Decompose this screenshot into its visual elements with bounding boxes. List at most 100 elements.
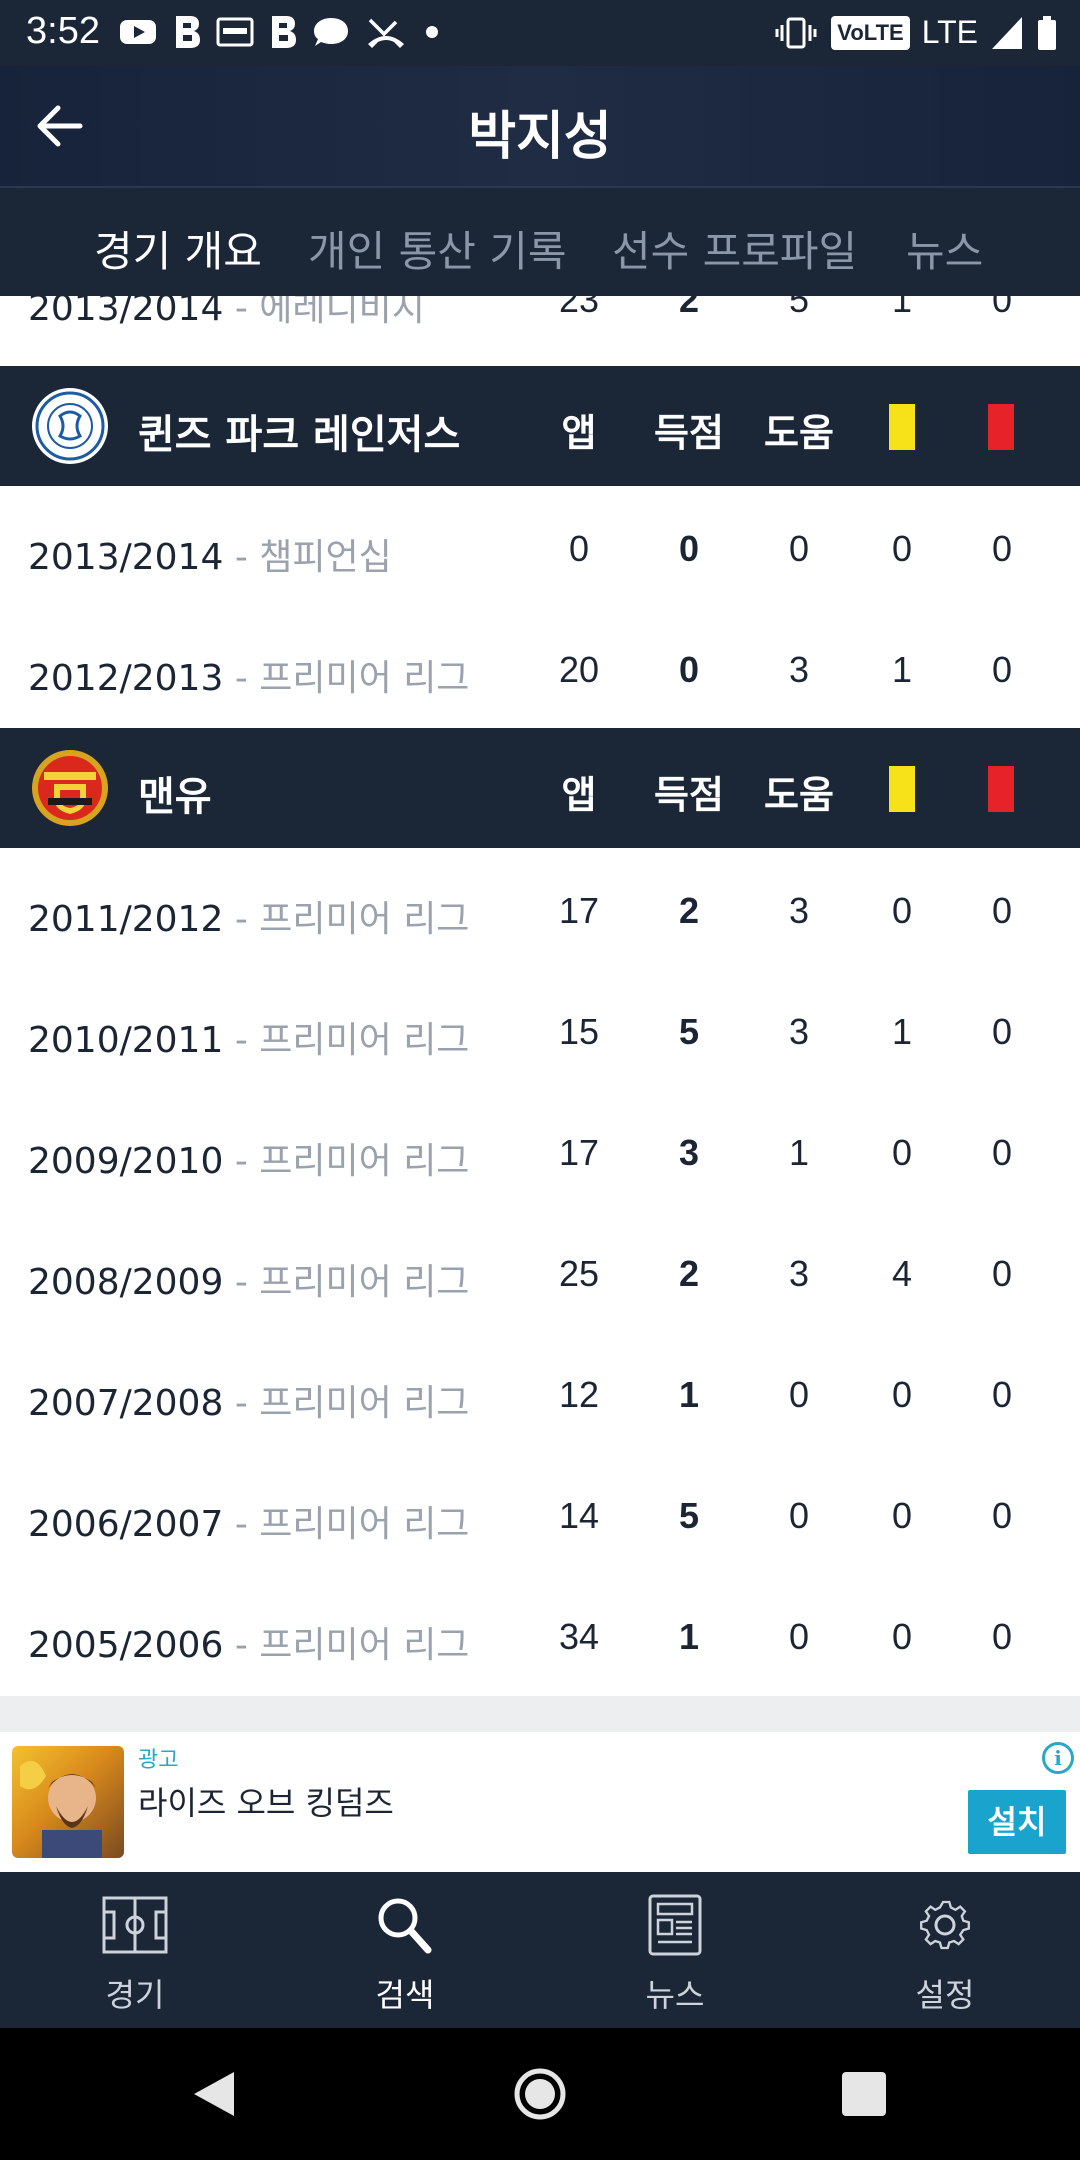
apps-value: 34 [558, 1616, 600, 1657]
home-circle-icon[interactable] [512, 2066, 568, 2122]
assists-value: 5 [788, 296, 810, 320]
missed-call-icon [368, 18, 404, 48]
goals-value: 2 [678, 296, 700, 320]
league-name: 프리미어 리그 [259, 1262, 470, 1303]
nav-item-search[interactable]: 검색 [270, 1872, 540, 2028]
tab-player-profile[interactable]: 선수 프로파일 [612, 218, 857, 279]
league-name: 프리미어 리그 [259, 1504, 470, 1545]
status-bar: 3:52 VoLTE LTE [0, 0, 1080, 66]
league-name: 프리미어 리그 [259, 1383, 470, 1424]
season-years: 2009/2010 [28, 1141, 224, 1182]
season-cell: 2012/2013 - 프리미어 리그 [28, 649, 469, 701]
tab-news[interactable]: 뉴스 [906, 218, 983, 279]
season-cell: 2013/2014 - 에레디비지 [28, 296, 425, 331]
apps-value: 17 [558, 1132, 600, 1173]
yellow-cards-value: 0 [891, 1495, 913, 1536]
season-years: 2010/2011 [28, 1020, 224, 1061]
ad-title[interactable]: 라이즈 오브 킹덤즈 [138, 1778, 394, 1824]
red-cards-value: 0 [991, 1374, 1013, 1415]
career-stats-list[interactable]: 2013/2014 - 에레디비지 23 2 5 1 0 퀸즈 파크 레인저스 … [0, 296, 1080, 1704]
manchester-united-crest-icon [32, 750, 108, 826]
yellow-cards-value: 1 [891, 296, 913, 320]
notification-icons [118, 14, 442, 50]
recents-square-icon[interactable] [836, 2066, 892, 2122]
red-card-icon [988, 766, 1014, 812]
yellow-cards-value: 1 [891, 649, 913, 690]
season-years: 2007/2008 [28, 1383, 224, 1424]
red-cards-value: 0 [991, 1132, 1013, 1173]
nav-label: 경기 [105, 1976, 165, 2014]
tab-match-overview[interactable]: 경기 개요 [94, 218, 262, 279]
season-years: 2012/2013 [28, 658, 224, 699]
battery-icon [1038, 15, 1056, 50]
ad-character-illustration [20, 1760, 102, 1858]
chat-bubble-icon [314, 18, 348, 46]
nav-item-settings[interactable]: 설정 [810, 1872, 1080, 2028]
apps-value: 23 [558, 296, 600, 320]
ad-label: 광고 [138, 1748, 179, 1773]
goals-header: 득점 [654, 411, 724, 455]
assists-value: 1 [788, 1132, 810, 1173]
red-cards-value: 0 [991, 649, 1013, 690]
assists-value: 0 [788, 1616, 810, 1657]
apps-value: 14 [558, 1495, 600, 1536]
dot-icon [426, 26, 438, 38]
team-header-man-utd: 맨유 앱 득점 도움 [0, 728, 1080, 848]
season-separator: - [223, 1141, 260, 1182]
season-cell: 2008/2009 - 프리미어 리그 [28, 1253, 469, 1305]
season-cell: 2006/2007 - 프리미어 리그 [28, 1495, 469, 1547]
signal-icon [992, 16, 1022, 49]
season-years: 2013/2014 [28, 296, 224, 329]
season-years: 2011/2012 [28, 899, 224, 940]
assists-value: 0 [788, 528, 810, 569]
yellow-cards-value: 0 [891, 1374, 913, 1415]
search-icon [378, 1898, 432, 1954]
red-cards-value: 0 [991, 528, 1013, 569]
apps-value: 17 [558, 890, 600, 931]
nav-label: 검색 [375, 1976, 435, 2014]
payco-icon [216, 17, 254, 47]
goals-value: 0 [678, 528, 700, 569]
table-row: 2011/2012 - 프리미어 리그 17 2 3 0 0 [0, 848, 1080, 969]
assists-header: 도움 [764, 411, 834, 455]
table-row: 2013/2014 - 에레디비지 23 2 5 1 0 [0, 296, 1080, 357]
info-icon[interactable]: i [1042, 1742, 1074, 1774]
table-row: 2006/2007 - 프리미어 리그 14 5 0 0 0 [0, 1453, 1080, 1574]
b-app-icon [176, 16, 200, 48]
red-cards-value: 0 [991, 1616, 1013, 1657]
season-cell: 2005/2006 - 프리미어 리그 [28, 1616, 469, 1668]
league-name: 챔피언십 [259, 537, 392, 578]
ad-banner[interactable]: 광고 라이즈 오브 킹덤즈 i 설치 [0, 1732, 1080, 1872]
app-header: 박지성 [0, 66, 1080, 186]
season-cell: 2010/2011 - 프리미어 리그 [28, 1011, 469, 1063]
assists-value: 3 [788, 890, 810, 931]
red-cards-value: 0 [991, 1253, 1013, 1294]
tab-bar: 경기 개요 개인 통산 기록 선수 프로파일 뉴스 [0, 186, 1080, 296]
assists-value: 0 [788, 1374, 810, 1415]
nav-item-matches[interactable]: 경기 [0, 1872, 270, 2028]
apps-value: 12 [558, 1374, 600, 1415]
yellow-cards-value: 0 [891, 528, 913, 569]
season-separator: - [223, 1504, 260, 1545]
install-button[interactable]: 설치 [968, 1790, 1066, 1854]
assists-value: 3 [788, 649, 810, 690]
team-name: 퀸즈 파크 레인저스 [138, 412, 461, 458]
gear-icon [920, 1900, 970, 1950]
back-triangle-icon[interactable] [186, 2066, 242, 2122]
system-icons: VoLTE LTE [773, 14, 1058, 51]
season-separator: - [223, 537, 260, 578]
season-separator: - [223, 1383, 260, 1424]
system-navigation-bar [0, 2028, 1080, 2160]
table-row: 2012/2013 - 프리미어 리그 20 0 3 1 0 [0, 607, 1080, 728]
pitch-icon [102, 1896, 168, 1954]
season-cell: 2011/2012 - 프리미어 리그 [28, 890, 469, 942]
league-name: 프리미어 리그 [259, 1020, 470, 1061]
vibrate-icon [775, 17, 817, 48]
nav-item-news[interactable]: 뉴스 [540, 1872, 810, 2028]
tab-career-stats[interactable]: 개인 통산 기록 [308, 218, 567, 279]
goals-value: 1 [678, 1616, 700, 1657]
ad-game-image[interactable] [12, 1746, 124, 1858]
apps-value: 15 [558, 1011, 600, 1052]
goals-value: 1 [678, 1374, 700, 1415]
red-cards-value: 0 [991, 1011, 1013, 1052]
